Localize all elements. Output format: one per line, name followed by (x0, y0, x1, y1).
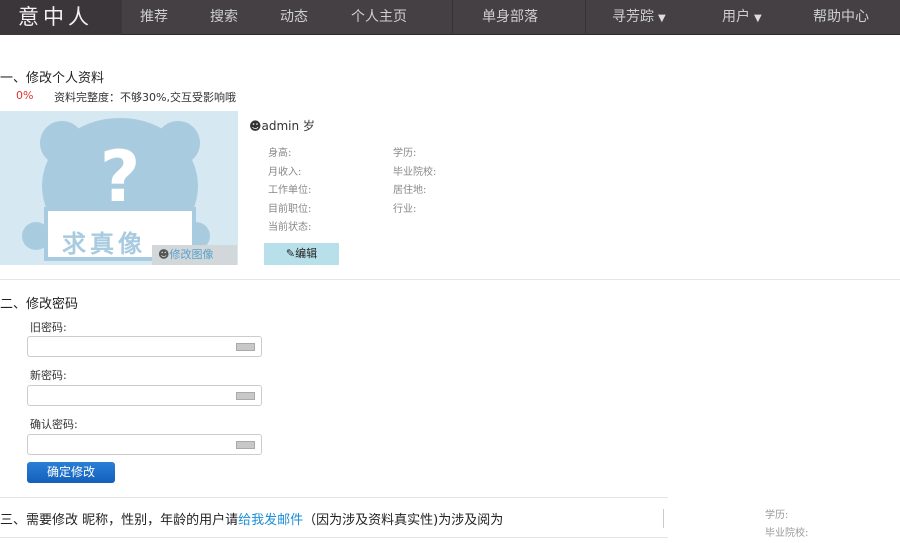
nav-tribe[interactable]: 单身部落 (482, 0, 538, 35)
user-icon: ☻ (158, 248, 170, 261)
old-password-label: 旧密码: (30, 321, 67, 334)
section3-text: 三、需要修改 昵称，性别，年龄的用户请给我发邮件（因为涉及资料真实性)为涉及阅为 (0, 509, 664, 528)
user-icon: ☻ (249, 119, 262, 133)
email-me-link[interactable]: 给我发邮件 (238, 513, 303, 528)
old-password-input[interactable] (27, 336, 262, 357)
keyboard-icon[interactable] (236, 441, 255, 449)
avatar: ? 求真像 ☻修改图像 (0, 111, 238, 265)
section1-title: 一、修改个人资料 (0, 71, 105, 86)
completeness-text: 资料完整度：不够30%,交互受影响哦 (54, 91, 236, 104)
edit-button[interactable]: ✎编辑 (264, 243, 339, 265)
nav-divider (585, 0, 586, 35)
section3-suffix: （因为涉及资料真实性)为涉及阅为 (303, 513, 504, 528)
profile-right-fields: 学历: 毕业院校: 居住地: 行业: (393, 145, 436, 219)
divider (0, 279, 900, 280)
field-status: 当前状态: (268, 222, 312, 233)
username: ☻admin 岁 (249, 117, 315, 134)
nav-user[interactable]: 用户 ▼ (722, 0, 762, 35)
section2-title: 二、修改密码 (0, 297, 79, 312)
confirm-password-input[interactable] (27, 434, 262, 455)
divider (0, 497, 668, 498)
chevron-down-icon: ▼ (658, 13, 666, 24)
new-password-input[interactable] (27, 385, 262, 406)
section3-prefix: 三、需要修改 昵称，性别，年龄的用户请 (0, 513, 239, 528)
change-avatar-label: 修改图像 (169, 248, 214, 261)
submit-password-button[interactable]: 确定修改 (27, 462, 115, 483)
new-password-label: 新密码: (30, 369, 67, 382)
field-height: 身高: (268, 148, 292, 159)
username-label: admin 岁 (261, 119, 315, 133)
nav-user-label: 用户 (722, 9, 750, 25)
field-industry: 行业: (393, 203, 417, 215)
avatar-caption: 求真像 (62, 230, 146, 258)
confirm-password-label: 确认密码: (30, 418, 78, 431)
change-avatar-button[interactable]: ☻修改图像 (152, 245, 237, 265)
nav-divider (452, 0, 453, 35)
nav-homepage[interactable]: 个人主页 (351, 0, 407, 35)
nav-seek[interactable]: 寻芳踪 ▼ (612, 0, 666, 35)
pencil-icon: ✎ (285, 247, 296, 260)
top-nav: 意中人 推荐 搜索 动态 个人主页 单身部落 寻芳踪 ▼ 用户 ▼ 帮助中心 (0, 0, 900, 35)
divider (0, 537, 668, 538)
logo[interactable]: 意中人 (0, 0, 122, 35)
ghost-fields: 学历: 毕业院校: (765, 507, 808, 543)
completeness-percent: 0% (16, 89, 34, 102)
keyboard-icon[interactable] (236, 343, 255, 351)
nav-feed[interactable]: 动态 (280, 0, 308, 35)
field-income: 月收入: (268, 166, 302, 178)
nav-help[interactable]: 帮助中心 (813, 0, 869, 35)
field-school: 毕业院校: (393, 166, 437, 178)
field-position: 目前职位: (268, 203, 312, 215)
field-residence: 居住地: (393, 185, 427, 196)
edit-label: 编辑 (295, 247, 318, 260)
svg-text:?: ? (100, 136, 141, 218)
chevron-down-icon: ▼ (754, 13, 762, 24)
field-education: 学历: (393, 148, 417, 159)
keyboard-icon[interactable] (236, 392, 255, 400)
nav-search[interactable]: 搜索 (210, 0, 238, 35)
nav-recommend[interactable]: 推荐 (140, 0, 168, 35)
ghost-field-school: 毕业院校: (765, 528, 809, 539)
profile-left-fields: 身高: 月收入: 工作单位: 目前职位: 当前状态: (268, 145, 311, 238)
field-employer: 工作单位: (268, 185, 312, 196)
nav-seek-label: 寻芳踪 (612, 9, 654, 25)
ghost-field-education: 学历: (765, 510, 789, 521)
